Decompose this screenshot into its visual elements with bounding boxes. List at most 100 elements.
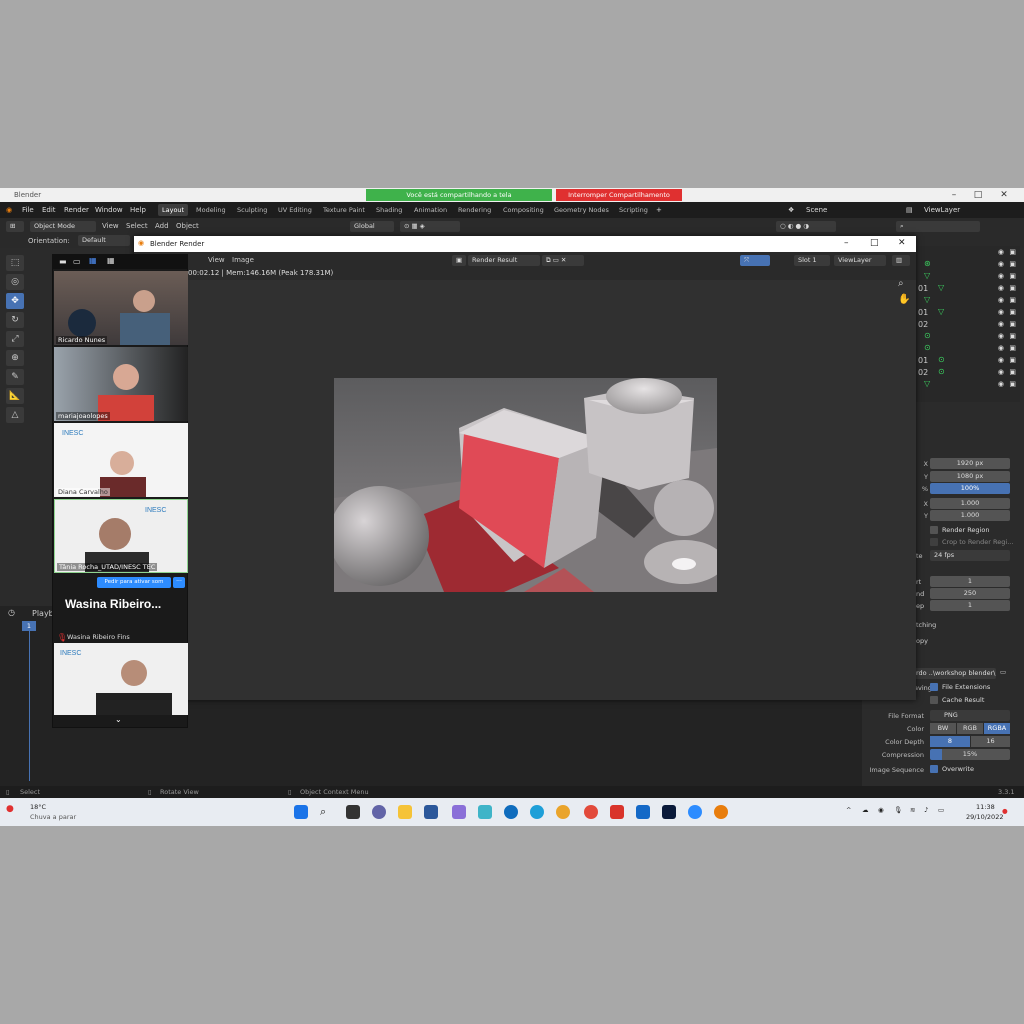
menu-edit[interactable]: Edit: [42, 206, 56, 214]
visibility-icon[interactable]: ◉: [998, 344, 1004, 352]
layer-dropdown[interactable]: ViewLayer: [834, 255, 886, 266]
overwrite-checkbox[interactable]: [930, 765, 938, 773]
start-icon[interactable]: [294, 805, 308, 819]
opera-icon[interactable]: [584, 805, 598, 819]
render-toggle-icon[interactable]: ▣: [1009, 272, 1016, 280]
tab-scripting[interactable]: Scripting: [615, 204, 652, 216]
tab-layout[interactable]: Layout: [158, 204, 189, 216]
blender-logo-icon[interactable]: ◉: [6, 206, 12, 214]
add-cube-tool-icon[interactable]: △: [6, 407, 24, 423]
render-toggle-icon[interactable]: ▣: [1009, 344, 1016, 352]
close-icon[interactable]: ✕: [994, 190, 1014, 200]
video-tile[interactable]: INESC Diana Carvalho: [54, 423, 188, 497]
menu-file[interactable]: File: [22, 206, 34, 214]
tab-shading[interactable]: Shading: [372, 204, 406, 216]
frame-end-field[interactable]: 250: [930, 588, 1010, 599]
color-rgba-button[interactable]: RGBA: [984, 723, 1010, 734]
measure-tool-icon[interactable]: 📐: [6, 388, 24, 404]
tray-chevron-icon[interactable]: ^: [846, 806, 851, 814]
render-toggle-icon[interactable]: ▣: [1009, 380, 1016, 388]
menu-render[interactable]: Render: [64, 206, 89, 214]
transform-tool-icon[interactable]: ⊕: [6, 350, 24, 366]
video-tile-active-speaker[interactable]: INESC Tânia Rocha_UTAD/INESC TEC: [54, 499, 188, 573]
app-icon[interactable]: [504, 805, 518, 819]
volume-icon[interactable]: ♪: [924, 806, 928, 814]
options-icon[interactable]: ▥: [892, 255, 910, 266]
image-actions[interactable]: ⧉ ▭ ✕: [542, 255, 584, 266]
move-tool-icon[interactable]: ✥: [6, 293, 24, 309]
depth-16-button[interactable]: 16: [971, 736, 1010, 747]
render-toggle-icon[interactable]: ▣: [1009, 368, 1016, 376]
tab-animation[interactable]: Animation: [410, 204, 451, 216]
app-icon[interactable]: [452, 805, 466, 819]
tab-rendering[interactable]: Rendering: [454, 204, 495, 216]
outliner-row[interactable]: 02 ◉ ▣: [916, 318, 1020, 330]
depth-8-button[interactable]: 8: [930, 736, 970, 747]
cache-result-checkbox[interactable]: [930, 696, 938, 704]
frame-rate-dropdown[interactable]: 24 fps: [930, 550, 1010, 561]
visibility-icon[interactable]: ◉: [998, 284, 1004, 292]
aspect-y-field[interactable]: 1.000: [930, 510, 1010, 521]
visibility-icon[interactable]: ◉: [998, 332, 1004, 340]
battery-icon[interactable]: ▭: [938, 806, 944, 814]
timeline-editor-icon[interactable]: ◷: [8, 608, 15, 617]
image-browse-icon[interactable]: ▣: [452, 255, 466, 266]
visibility-icon[interactable]: ◉: [998, 260, 1004, 268]
add-workspace-icon[interactable]: +: [656, 206, 662, 214]
search-icon[interactable]: ⌕: [320, 805, 334, 819]
acrobat-icon[interactable]: [610, 805, 624, 819]
file-format-dropdown[interactable]: PNG: [930, 710, 1010, 721]
restore-icon[interactable]: ▭: [73, 257, 81, 266]
mode-dropdown[interactable]: Object Mode: [30, 221, 96, 232]
image-menu[interactable]: Image: [232, 256, 254, 264]
chrome-icon[interactable]: [556, 805, 570, 819]
outliner-row[interactable]: 02 ⊙ ◉ ▣: [916, 366, 1020, 378]
render-toggle-icon[interactable]: ▣: [1009, 296, 1016, 304]
display-channels-icon[interactable]: ⤧: [740, 255, 770, 266]
speaker-view-icon[interactable]: ▦: [89, 256, 97, 265]
outliner-row[interactable]: ⊛ ◉ ▣: [916, 258, 1020, 270]
outliner-search[interactable]: ⌕: [896, 221, 980, 232]
header-add-menu[interactable]: Add: [155, 222, 169, 230]
outliner-row[interactable]: ⊙ ◉ ▣: [916, 330, 1020, 342]
aspect-x-field[interactable]: 1.000: [930, 498, 1010, 509]
visibility-icon[interactable]: ◉: [998, 296, 1004, 304]
visibility-icon[interactable]: ◉: [998, 380, 1004, 388]
crop-checkbox[interactable]: [930, 538, 938, 546]
viewlayer-name[interactable]: ViewLayer: [924, 206, 960, 214]
annotate-tool-icon[interactable]: ✎: [6, 369, 24, 385]
stop-share-button[interactable]: Interromper Compartilhamento: [556, 189, 682, 201]
gallery-view-icon[interactable]: ▦: [107, 256, 115, 265]
more-options-icon[interactable]: ···: [173, 577, 185, 588]
outliner-row[interactable]: ▽ ◉ ▣: [916, 270, 1020, 282]
outliner-row[interactable]: ▽ ◉ ▣: [916, 294, 1020, 306]
editor-type-dropdown[interactable]: ⊞: [6, 221, 24, 232]
chat-icon[interactable]: [372, 805, 386, 819]
tray-app-icon[interactable]: ◉: [878, 806, 884, 814]
zoom-icon[interactable]: [688, 805, 702, 819]
render-region-checkbox[interactable]: [930, 526, 938, 534]
color-rgb-button[interactable]: RGB: [957, 723, 983, 734]
header-view-menu[interactable]: View: [102, 222, 119, 230]
current-frame-indicator[interactable]: 1: [22, 621, 36, 631]
zoom-icon[interactable]: ⌕: [898, 278, 904, 289]
tab-uv-editing[interactable]: UV Editing: [274, 204, 316, 216]
clock-time[interactable]: 11:38: [976, 803, 995, 811]
outliner-row[interactable]: ⊙ ◉ ▣: [916, 342, 1020, 354]
resolution-y-field[interactable]: 1080 px: [930, 471, 1010, 482]
render-toggle-icon[interactable]: ▣: [1009, 260, 1016, 268]
visibility-icon[interactable]: ◉: [998, 368, 1004, 376]
orientation-dropdown[interactable]: Default: [78, 235, 130, 246]
tab-geometry-nodes[interactable]: Geometry Nodes: [550, 204, 613, 216]
cursor-tool-icon[interactable]: ◎: [6, 274, 24, 290]
scale-tool-icon[interactable]: ⤢: [6, 331, 24, 347]
outliner-row[interactable]: ▽ ◉ ▣: [916, 378, 1020, 390]
task-view-icon[interactable]: [346, 805, 360, 819]
render-toggle-icon[interactable]: ▣: [1009, 284, 1016, 292]
file-extensions-checkbox[interactable]: [930, 683, 938, 691]
outliner-row[interactable]: 01 ⊙ ◉ ▣: [916, 354, 1020, 366]
header-select-menu[interactable]: Select: [126, 222, 148, 230]
compression-slider[interactable]: 15%: [930, 749, 1010, 760]
resolution-percent-field[interactable]: 100%: [930, 483, 1010, 494]
tab-compositing[interactable]: Compositing: [499, 204, 548, 216]
